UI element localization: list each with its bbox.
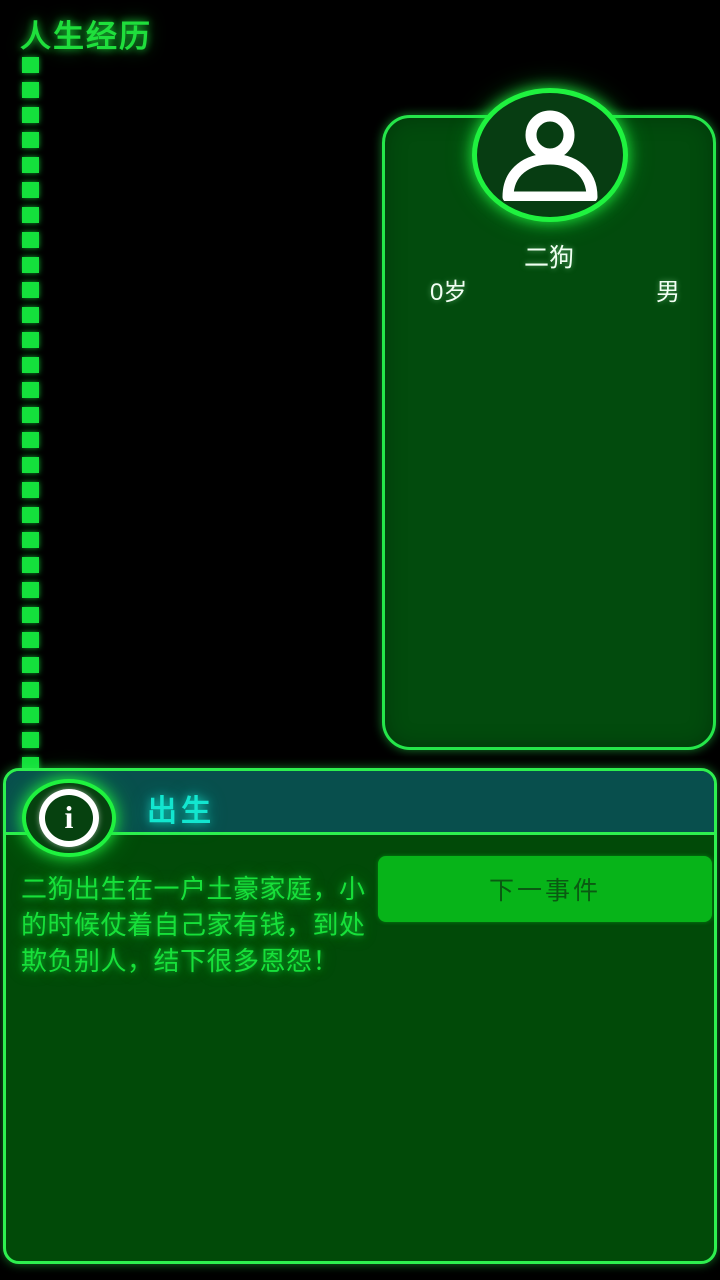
profile-stats: 0岁 男 — [430, 272, 680, 307]
timeline-dash — [22, 732, 39, 748]
timeline-dash — [22, 632, 39, 648]
timeline-dash — [22, 307, 39, 323]
timeline-dash — [22, 132, 39, 148]
event-panel: 出生 二狗出生在一户土豪家庭，小的时候仗着自己家有钱，到处欺负别人，结下很多恩怨… — [3, 768, 717, 1264]
info-icon: i — [22, 779, 116, 857]
timeline-dash — [22, 682, 39, 698]
timeline-dash — [22, 382, 39, 398]
profile-name: 二狗 — [523, 244, 574, 272]
timeline-dash — [22, 407, 39, 423]
event-description: 二狗出生在一户土豪家庭，小的时候仗着自己家有钱，到处欺负别人，结下很多恩怨！ — [21, 874, 366, 976]
timeline-dash — [22, 507, 39, 523]
timeline-dash — [22, 182, 39, 198]
profile-age: 0岁 — [430, 279, 468, 306]
timeline-dash — [22, 582, 39, 598]
next-event-button[interactable]: 下一事件 — [378, 856, 712, 922]
timeline-dash — [22, 707, 39, 723]
event-title: 出生 — [147, 795, 215, 828]
profile-gender: 男 — [656, 279, 680, 306]
info-icon-glyph: i — [64, 799, 74, 835]
timeline-dash — [22, 232, 39, 248]
page-title: 人生经历 — [20, 19, 152, 54]
timeline-dash — [22, 332, 39, 348]
timeline-dash — [22, 357, 39, 373]
timeline-dash — [22, 607, 39, 623]
timeline-dash — [22, 207, 39, 223]
timeline-dash — [22, 282, 39, 298]
person-icon — [498, 109, 602, 201]
timeline-dash — [22, 557, 39, 573]
info-icon-ring: i — [39, 789, 99, 847]
timeline-dash — [22, 257, 39, 273]
timeline-dash — [22, 432, 39, 448]
timeline-dash — [22, 57, 39, 73]
timeline-dash — [22, 457, 39, 473]
timeline-dash — [22, 657, 39, 673]
timeline-dash — [22, 82, 39, 98]
timeline-dash — [22, 532, 39, 548]
timeline-dash — [22, 482, 39, 498]
timeline-dash — [22, 107, 39, 123]
avatar — [472, 88, 628, 222]
timeline-track — [22, 57, 39, 773]
timeline-dash — [22, 157, 39, 173]
